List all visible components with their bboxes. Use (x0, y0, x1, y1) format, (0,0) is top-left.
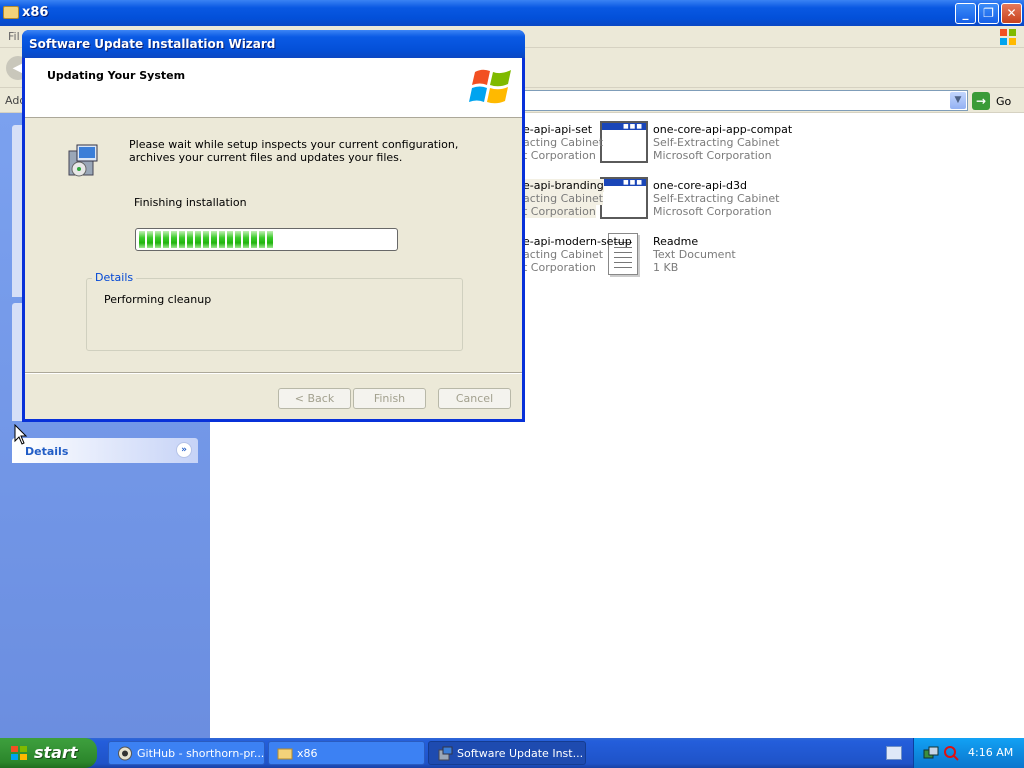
wizard-message: Please wait while setup inspects your cu… (129, 138, 459, 164)
file-publisher: t Corporation (523, 149, 596, 162)
progress-block (179, 231, 185, 248)
file-publisher: Microsoft Corporation (653, 149, 772, 162)
progress-block (219, 231, 225, 248)
finish-button[interactable]: Finish (353, 388, 426, 409)
task-label: Software Update Inst... (457, 747, 584, 760)
address-input[interactable]: ▼ (520, 90, 968, 111)
menu-file[interactable]: Fil (8, 30, 20, 43)
progress-block (243, 231, 249, 248)
progress-block (163, 231, 169, 248)
file-name: e-api-modern-setup (523, 235, 632, 248)
start-label: start (34, 743, 78, 762)
windows-flag-icon (1000, 29, 1016, 45)
network-icon[interactable] (923, 745, 939, 761)
progress-block (187, 231, 193, 248)
file-type: Self-Extracting Cabinet (653, 192, 780, 205)
install-progress-bar (135, 228, 398, 251)
wizard-header: Updating Your System (25, 58, 522, 118)
file-type: acting Cabinet (523, 248, 604, 261)
task-label: x86 (297, 747, 318, 760)
taskbar: start GitHub - shorthorn-pr... x86 Softw… (0, 738, 1024, 768)
taskbar-button-wizard[interactable]: Software Update Inst... (428, 741, 586, 765)
taskbar-button-github[interactable]: GitHub - shorthorn-pr... (108, 741, 265, 765)
progress-block (267, 231, 273, 248)
windows-logo-icon (469, 69, 511, 104)
file-publisher: t Corporation (523, 261, 596, 274)
chevron-down-icon[interactable]: » (176, 442, 192, 458)
address-dropdown-icon[interactable]: ▼ (950, 92, 966, 109)
setup-icon (438, 746, 453, 761)
restore-button[interactable]: ❐ (978, 3, 999, 24)
clock: 4:16 AM (968, 746, 1014, 759)
installation-wizard-dialog: Software Update Installation Wizard Upda… (22, 30, 525, 422)
progress-block (211, 231, 217, 248)
progress-block (139, 231, 145, 248)
details-text: Performing cleanup (104, 293, 212, 306)
details-panel-label: Details (25, 445, 69, 458)
details-group-box (86, 278, 463, 351)
cancel-button[interactable]: Cancel (438, 388, 511, 409)
go-arrow-icon: → (972, 92, 990, 110)
file-publisher: Microsoft Corporation (653, 205, 772, 218)
wizard-title: Software Update Installation Wizard (29, 37, 276, 51)
details-legend: Details (92, 271, 137, 284)
explorer-title: x86 (22, 5, 49, 20)
progress-block (171, 231, 177, 248)
progress-block (203, 231, 209, 248)
progress-block (235, 231, 241, 248)
task-label: GitHub - shorthorn-pr... (137, 747, 265, 760)
progress-block (147, 231, 153, 248)
mouse-cursor-icon (14, 424, 28, 445)
file-name: e-api-branding (523, 179, 604, 192)
keyboard-icon[interactable] (886, 746, 902, 760)
folder-icon (277, 748, 293, 760)
browser-icon (118, 746, 132, 761)
windows-flag-icon (11, 746, 27, 760)
file-name: e-api-api-set (523, 123, 593, 136)
folder-icon (3, 6, 19, 19)
progress-block (259, 231, 265, 248)
install-status: Finishing installation (134, 196, 247, 209)
wizard-body: Updating Your System Please wait while s… (25, 58, 522, 419)
progress-block (155, 231, 161, 248)
system-tray: 4:16 AM (913, 738, 1024, 768)
progress-block (251, 231, 257, 248)
back-button[interactable]: < Back (278, 388, 351, 409)
button-separator (25, 372, 522, 374)
file-name: one-core-api-app-compat (653, 123, 793, 136)
file-type: Self-Extracting Cabinet (653, 136, 780, 149)
go-button[interactable]: → Go (972, 91, 1020, 111)
minimize-button[interactable]: _ (955, 3, 976, 24)
progress-block (227, 231, 233, 248)
file-type: acting Cabinet (523, 192, 604, 205)
progress-block (195, 231, 201, 248)
taskbar-button-x86[interactable]: x86 (268, 741, 425, 765)
close-button[interactable]: ✕ (1001, 3, 1022, 24)
file-publisher: t Corporation (523, 205, 596, 218)
wizard-title-bar[interactable]: Software Update Installation Wizard (22, 30, 525, 58)
details-panel-header[interactable]: Details » (12, 438, 198, 463)
go-label: Go (996, 95, 1012, 108)
wizard-heading: Updating Your System (47, 69, 186, 82)
start-button[interactable]: start (0, 738, 97, 768)
progress-fill (139, 231, 394, 248)
file-type: acting Cabinet (523, 136, 604, 149)
setup-computer-icon (68, 144, 98, 177)
security-alert-icon[interactable] (943, 745, 959, 761)
explorer-title-bar[interactable]: x86 _ ❐ ✕ (0, 0, 1024, 26)
